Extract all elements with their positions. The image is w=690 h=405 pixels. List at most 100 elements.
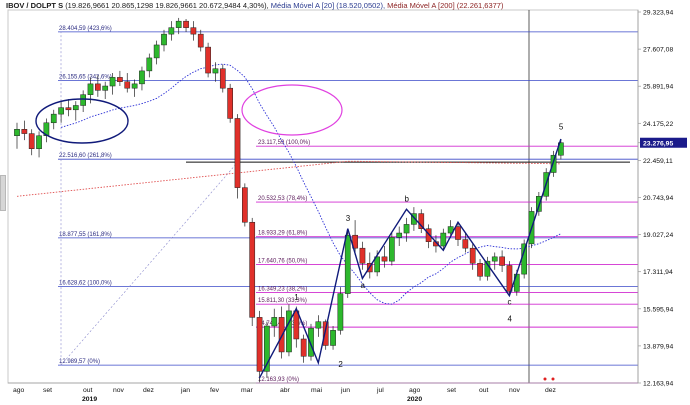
fib-magenta-label: 17.640,76 (50,0%) <box>258 259 307 265</box>
wave-label: 2 <box>338 360 343 369</box>
candle-body[interactable] <box>95 83 101 91</box>
y-tick-label: 20.743,94 <box>643 195 673 202</box>
fib-magenta-label: 12.163,93 (0%) <box>258 377 299 383</box>
candle-body[interactable] <box>50 113 57 124</box>
fib-magenta-label: 20.532,53 (78,4%) <box>258 196 307 202</box>
candle-body[interactable] <box>381 256 388 262</box>
candle-body[interactable] <box>102 85 109 91</box>
x-month-label: jul <box>376 387 384 394</box>
x-month-label: jan <box>180 387 190 394</box>
candle-body[interactable] <box>161 33 167 46</box>
candle-body[interactable] <box>256 317 263 372</box>
candle-body[interactable] <box>271 317 278 327</box>
wave-label: 4 <box>507 315 512 324</box>
candle-body[interactable] <box>300 338 307 357</box>
candle-body[interactable] <box>72 105 79 111</box>
annotation-ellipse-magenta <box>241 84 343 136</box>
candle-body[interactable] <box>249 221 256 318</box>
candle-body[interactable] <box>175 20 182 28</box>
x-month-label: ago <box>409 387 421 394</box>
candle-body[interactable] <box>190 27 197 35</box>
candle-body[interactable] <box>396 232 403 238</box>
x-month-label: dez <box>545 387 557 394</box>
candle-body[interactable] <box>359 247 366 264</box>
candle-body[interactable] <box>462 239 469 249</box>
x-month-label: ago <box>13 387 25 394</box>
candle-body[interactable] <box>337 293 344 331</box>
chart-root: 28.404,59 (423,6%) 26.155,65 (342,6%) 22.5… <box>0 0 690 405</box>
fib-trend-line <box>60 157 243 366</box>
marker-dot <box>543 377 547 381</box>
candle-body[interactable] <box>139 70 145 85</box>
wave-label: a <box>360 281 365 290</box>
candle-body[interactable] <box>491 256 498 262</box>
candle-body[interactable] <box>227 87 234 119</box>
candle-body[interactable] <box>440 232 447 247</box>
fib-blue-label: 26.155,65 (342,6%) <box>59 74 112 80</box>
candle-body[interactable] <box>183 20 189 28</box>
y-tick-label: 29.323,94 <box>643 10 673 17</box>
candle-body[interactable] <box>315 321 322 329</box>
candle-body[interactable] <box>153 44 160 59</box>
candle-body[interactable] <box>330 330 336 346</box>
axes-layer: 29.323,94 27.607,08 25.891,94 24.175,22 23.2… <box>8 10 687 403</box>
candle-body[interactable] <box>87 83 94 95</box>
x-month-label: out <box>479 387 489 394</box>
fib-blue-label: 22.516,60 (261,8%) <box>59 153 112 159</box>
candle-body[interactable] <box>521 243 527 275</box>
candle-body[interactable] <box>14 129 20 137</box>
candle-body[interactable] <box>506 265 513 292</box>
candle-body[interactable] <box>197 33 204 48</box>
ma200-label: Média Móvel A [200] (22.261,6377) <box>387 1 504 10</box>
candle-body[interactable] <box>117 77 123 82</box>
y-tick-label: 24.175,22 <box>643 121 673 128</box>
candle-body[interactable] <box>21 129 28 134</box>
y-tick-label: 27.607,08 <box>643 47 673 54</box>
ma200-line <box>16 160 561 197</box>
candle-body[interactable] <box>234 118 241 188</box>
fib-blue-label: 12.989,57 (0%) <box>59 359 100 365</box>
candle-body[interactable] <box>146 57 153 72</box>
wave-label: b <box>405 195 410 204</box>
candle-body[interactable] <box>242 187 248 223</box>
candle-body[interactable] <box>322 321 329 346</box>
candle-body[interactable] <box>205 46 211 74</box>
candle-body[interactable] <box>109 77 116 87</box>
fib-blue-label: 18.877,55 (161,8%) <box>59 232 112 238</box>
candle-body[interactable] <box>286 310 292 353</box>
candle-body[interactable] <box>278 317 285 353</box>
candle-body[interactable] <box>389 237 395 262</box>
candle-body[interactable] <box>168 27 175 35</box>
fib-magenta-label: 23.117,59 (100,0%) <box>258 140 310 146</box>
candle-body[interactable] <box>403 224 410 234</box>
ma20-label: Média Móvel A [20] (18.520,0502), <box>270 1 386 10</box>
candle-body[interactable] <box>28 133 35 149</box>
candle-body[interactable] <box>36 135 42 149</box>
marker-dot <box>551 377 555 381</box>
y-tick-label: 25.891,94 <box>643 84 673 91</box>
x-month-label: mar <box>241 387 253 394</box>
candle-body[interactable] <box>131 83 138 89</box>
x-month-label: out <box>83 387 93 394</box>
y-tick-label: 19.027,24 <box>643 232 673 239</box>
candle-body[interactable] <box>124 81 131 89</box>
candle-body[interactable] <box>65 107 72 111</box>
candle-body[interactable] <box>469 247 476 264</box>
candle-body[interactable] <box>293 310 300 340</box>
wave-label: 5 <box>559 122 564 131</box>
y-tick-label: 17.311,94 <box>643 269 673 276</box>
x-month-label: mai <box>311 387 322 394</box>
candle-body[interactable] <box>80 94 87 106</box>
candle-body[interactable] <box>219 68 226 89</box>
candle-body[interactable] <box>212 68 219 74</box>
x-month-label: dez <box>143 387 155 394</box>
wave-label: 1 <box>294 293 299 302</box>
candle-body[interactable] <box>499 256 505 266</box>
fibonacci-layer: 28.404,59 (423,6%) 26.155,65 (342,6%) 22.5… <box>58 26 638 384</box>
symbol-label: IBOV / DOLPT S <box>6 1 64 10</box>
panel-resize-handle[interactable] <box>0 175 6 211</box>
candle-body[interactable] <box>455 226 461 240</box>
candle-body[interactable] <box>344 234 351 294</box>
candle-body[interactable] <box>58 107 64 115</box>
candle-body[interactable] <box>477 263 483 277</box>
